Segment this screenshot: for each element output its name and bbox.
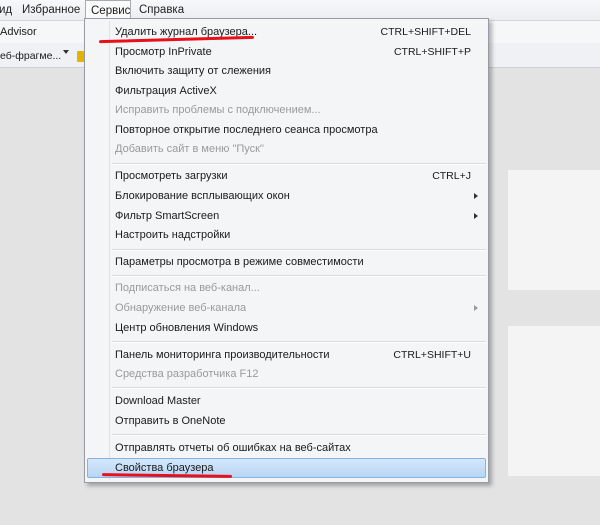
menu-item-feed-discovery[interactable]: Обнаружение веб-канала (87, 299, 486, 318)
menu-item-label: Просмотреть загрузки (115, 170, 228, 182)
menu-separator (112, 387, 486, 389)
menu-item-label: Центр обновления Windows (115, 322, 259, 334)
menu-item-label: Фильтр SmartScreen (115, 210, 220, 222)
menu-item-label: Отправлять отчеты об ошибках на веб-сайт… (115, 442, 351, 454)
menu-item-manage-addons[interactable]: Настроить надстройки (87, 226, 486, 245)
menu-item-label: Панель мониторинга производительности (115, 349, 330, 361)
menu-item-send-to-onenote[interactable]: Отправить в OneNote (87, 412, 486, 431)
menu-item-f12-developer-tools[interactable]: Средства разработчика F12 (87, 365, 486, 384)
menu-item-inprivate[interactable]: Просмотр InPrivate CTRL+SHIFT+P (87, 43, 486, 62)
menu-item-label: Настроить надстройки (115, 229, 231, 241)
submenu-arrow-icon (474, 305, 478, 311)
menu-item-popup-blocker[interactable]: Блокирование всплывающих окон (87, 187, 486, 206)
menubar-item-tools[interactable]: Сервис (85, 0, 131, 19)
menu-item-shortcut: CTRL+SHIFT+U (393, 349, 471, 361)
menu-item-add-to-start[interactable]: Добавить сайт в меню "Пуск" (87, 140, 486, 159)
menu-item-label: Свойства браузера (115, 462, 214, 474)
menu-item-tracking-protection[interactable]: Включить защиту от слежения (87, 62, 486, 81)
menu-item-report-website-problems[interactable]: Отправлять отчеты об ошибках на веб-сайт… (87, 439, 486, 458)
menu-item-compatibility-view[interactable]: Параметры просмотра в режиме совместимос… (87, 253, 486, 272)
menu-item-subscribe-feed[interactable]: Подписаться на веб-канал... (87, 279, 486, 298)
menu-item-windows-update[interactable]: Центр обновления Windows (87, 319, 486, 338)
menu-item-label: Download Master (115, 395, 201, 407)
menu-item-label: Добавить сайт в меню "Пуск" (115, 143, 264, 155)
menu-item-shortcut: CTRL+J (432, 170, 471, 182)
menu-item-shortcut: CTRL+SHIFT+DEL (380, 26, 471, 38)
menu-item-label: Отправить в OneNote (115, 415, 226, 427)
menu-item-smartscreen-filter[interactable]: Фильтр SmartScreen (87, 207, 486, 226)
menu-separator (112, 275, 486, 277)
chevron-down-icon[interactable] (63, 50, 69, 54)
toolbar-icon[interactable] (77, 51, 84, 62)
menubar-item-view[interactable]: ид (0, 4, 12, 16)
menubar-item-favorites[interactable]: Избранное (22, 4, 80, 16)
submenu-arrow-icon (474, 213, 478, 219)
menu-item-shortcut: CTRL+SHIFT+P (393, 46, 471, 58)
menu-item-performance-dashboard[interactable]: Панель мониторинга производительности CT… (87, 346, 486, 365)
menu-item-view-downloads[interactable]: Просмотреть загрузки CTRL+J (87, 167, 486, 186)
menu-item-label: Средства разработчика F12 (115, 368, 259, 380)
menu-item-label: Просмотр InPrivate (115, 46, 212, 58)
menu-item-label: Подписаться на веб-канал... (115, 282, 260, 294)
page-content-block (508, 170, 600, 290)
menu-item-label: Исправить проблемы с подключением... (115, 104, 321, 116)
favorite-link-advisor[interactable]: Advisor (0, 26, 37, 38)
menu-item-label: Обнаружение веб-канала (115, 302, 247, 314)
menu-item-reopen-last-session[interactable]: Повторное открытие последнего сеанса про… (87, 121, 486, 140)
menu-item-activex-filtering[interactable]: Фильтрация ActiveX (87, 82, 486, 101)
page-content-block (508, 326, 600, 476)
menu-item-label: Фильтрация ActiveX (115, 85, 217, 97)
menu-item-fix-connection[interactable]: Исправить проблемы с подключением... (87, 101, 486, 120)
menu-separator (112, 341, 486, 343)
menu-item-label: Параметры просмотра в режиме совместимос… (115, 256, 364, 268)
menu-separator (112, 163, 486, 165)
menu-item-label: Повторное открытие последнего сеанса про… (115, 124, 378, 136)
tools-dropdown-menu: Удалить журнал браузера... CTRL+SHIFT+DE… (84, 18, 489, 483)
menubar-item-help[interactable]: Справка (139, 4, 184, 16)
menu-item-label: Включить защиту от слежения (115, 65, 272, 77)
menu-item-label: Блокирование всплывающих окон (115, 190, 290, 202)
menu-item-download-master[interactable]: Download Master (87, 392, 486, 411)
submenu-arrow-icon (474, 193, 478, 199)
webslice-button[interactable]: еб-фрагме... (0, 50, 61, 62)
menu-separator (112, 434, 486, 436)
menu-separator (112, 249, 486, 251)
